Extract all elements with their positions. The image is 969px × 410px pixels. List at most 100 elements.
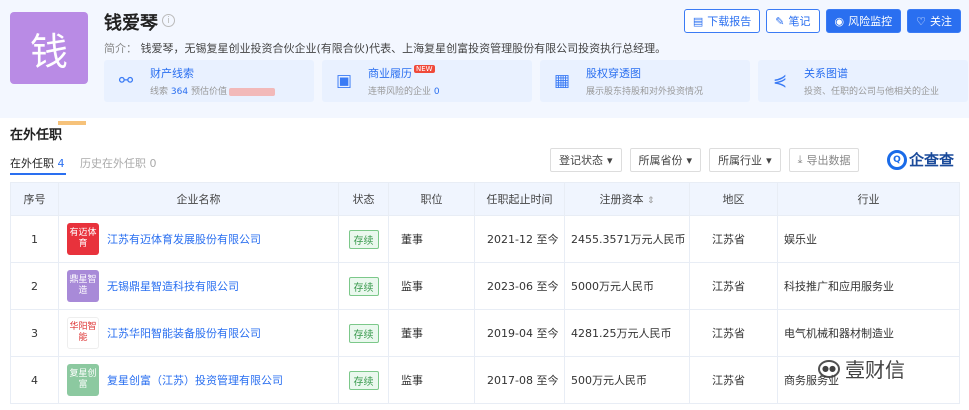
industry-cell: 娱乐业 bbox=[777, 215, 960, 263]
redacted-value bbox=[228, 87, 275, 96]
download-report-button[interactable]: ▤ 下载报告 bbox=[683, 9, 761, 33]
status-badge: 存续 bbox=[348, 229, 379, 249]
table-header-row: 序号 企业名称 状态 职位 任职起止时间 注册资本 ⇕ 地区 行业 bbox=[10, 182, 960, 216]
card-property-clues[interactable]: ⚯ 财产线索 线索 364 预估价值 bbox=[104, 60, 314, 102]
intro-text: 钱爱琴，无锡复星创业投资合伙企业(有限合伙)代表、上海复星创富投资管理股份有限公… bbox=[140, 42, 667, 55]
profile-header: 钱 钱爱琴 i 简介： 钱爱琴，无锡复星创业投资合伙企业(有限合伙)代表、上海复… bbox=[0, 0, 969, 118]
capital-cell: 4281.25万元人民币 bbox=[564, 309, 690, 357]
position-cell: 董事 bbox=[388, 309, 475, 357]
company-link[interactable]: 复星创富（江苏）投资管理有限公司 bbox=[107, 372, 283, 388]
period-cell: 2019-04 至今 bbox=[474, 309, 565, 357]
new-badge: NEW bbox=[414, 65, 435, 73]
col-header: 职位 bbox=[388, 182, 475, 216]
caret-down-icon: ▾ bbox=[686, 153, 693, 167]
area-cell: 江苏省 bbox=[689, 309, 778, 357]
row-number: 4 bbox=[10, 356, 59, 404]
card-sub: 展示股东持股和对外投资情况 bbox=[586, 87, 704, 97]
col-header-sortable[interactable]: 注册资本 ⇕ bbox=[564, 182, 690, 216]
sort-icon[interactable]: ⇕ bbox=[647, 196, 655, 206]
status-badge: 存续 bbox=[348, 370, 379, 390]
caret-down-icon: ▾ bbox=[607, 153, 613, 167]
capital-cell: 500万元人民币 bbox=[564, 356, 690, 404]
filter-industry[interactable]: 所属行业 ▾ bbox=[709, 148, 781, 172]
card-sub: 线索 364 预估价值 bbox=[150, 84, 275, 97]
watermark: ●● 壹财信 bbox=[818, 354, 905, 383]
intro-label: 简介： bbox=[104, 42, 137, 55]
note-button[interactable]: ✎ 笔记 bbox=[766, 9, 820, 33]
filter-status[interactable]: 登记状态 ▾ bbox=[550, 148, 622, 172]
brand-logo: Q 企查查 bbox=[887, 149, 954, 170]
card-title: 商业履历 NEW bbox=[368, 65, 435, 80]
area-cell: 江苏省 bbox=[689, 356, 778, 404]
company-logo: 复星创富 bbox=[67, 364, 99, 396]
action-bar: ▤ 下载报告 ✎ 笔记 ◉ 风险监控 ♡ 关注 bbox=[683, 9, 961, 33]
person-name: 钱爱琴 bbox=[104, 13, 158, 34]
card-title: 财产线索 bbox=[150, 67, 194, 80]
row-number: 1 bbox=[10, 215, 59, 263]
intro: 简介： 钱爱琴，无锡复星创业投资合伙企业(有限合伙)代表、上海复星创富投资管理股… bbox=[104, 40, 666, 56]
download-report-label: 下载报告 bbox=[707, 15, 752, 28]
tab-current-positions[interactable]: 在外任职 4 bbox=[10, 155, 65, 171]
status-badge: 存续 bbox=[348, 323, 379, 343]
capital-cell: 2455.3571万元人民币 bbox=[564, 215, 690, 263]
row-number: 2 bbox=[10, 262, 59, 310]
export-button[interactable]: ⤓ 导出数据 bbox=[788, 148, 860, 172]
risk-monitor-label: 风险监控 bbox=[848, 15, 893, 28]
note-label: 笔记 bbox=[788, 15, 811, 28]
col-header: 状态 bbox=[338, 182, 389, 216]
filter-province[interactable]: 所属省份 ▾ bbox=[629, 148, 702, 172]
period-cell: 2023-06 至今 bbox=[474, 262, 565, 310]
feature-cards: ⚯ 财产线索 线索 364 预估价值 ▣ 商业履历 NEW 连带风险的企业 0 ▦… bbox=[104, 60, 968, 102]
share-icon: ⋞ bbox=[772, 71, 788, 91]
row-number: 3 bbox=[10, 309, 59, 357]
wechat-icon: ●● bbox=[818, 359, 840, 378]
position-cell: 监事 bbox=[388, 356, 475, 404]
card-title: 股权穿透图 bbox=[586, 67, 641, 80]
period-cell: 2017-08 至今 bbox=[474, 356, 565, 404]
card-title: 关系图谱 bbox=[804, 67, 848, 80]
tab-underline bbox=[10, 173, 66, 175]
table-row: 3 华阳智能 江苏华阳智能装备股份有限公司 存续 董事 2019-04 至今 4281.25… bbox=[10, 309, 960, 357]
monitor-icon: ◉ bbox=[834, 14, 845, 28]
risk-monitor-button[interactable]: ◉ 风险监控 bbox=[825, 9, 902, 33]
capital-cell: 5000万元人民币 bbox=[564, 262, 690, 310]
brand-mark-icon: Q bbox=[887, 149, 907, 170]
col-header: 任职起止时间 bbox=[474, 182, 565, 216]
follow-button[interactable]: ♡ 关注 bbox=[907, 9, 961, 33]
col-header: 地区 bbox=[689, 182, 778, 216]
table-row: 2 鼎星智造 无锡鼎星智造科技有限公司 存续 监事 2023-06 至今 5000万元人民币… bbox=[10, 262, 960, 310]
area-cell: 江苏省 bbox=[689, 262, 778, 310]
card-sub: 连带风险的企业 0 bbox=[368, 87, 440, 97]
status-badge: 存续 bbox=[348, 276, 379, 296]
tab-history-positions[interactable]: 历史在外任职 0 bbox=[80, 155, 157, 171]
document-icon: ▤ bbox=[692, 14, 704, 28]
card-sub: 投资、任职的公司与他相关的企业 bbox=[804, 87, 940, 97]
card-business-history[interactable]: ▣ 商业履历 NEW 连带风险的企业 0 bbox=[322, 60, 532, 102]
card-equity-chart[interactable]: ▦ 股权穿透图 展示股东持股和对外投资情况 bbox=[540, 60, 750, 102]
company-link[interactable]: 江苏华阳智能装备股份有限公司 bbox=[107, 325, 261, 341]
export-icon: ⤓ bbox=[797, 153, 803, 166]
caret-down-icon: ▾ bbox=[766, 153, 772, 167]
filter-bar: 登记状态 ▾ 所属省份 ▾ 所属行业 ▾ ⤓ 导出数据 bbox=[550, 148, 860, 172]
card-relation-graph[interactable]: ⋞ 关系图谱 投资、任职的公司与他相关的企业 bbox=[758, 60, 968, 102]
link-icon: ⚯ bbox=[118, 71, 134, 91]
company-link[interactable]: 无锡鼎星智造科技有限公司 bbox=[107, 278, 239, 294]
col-header: 企业名称 bbox=[58, 182, 339, 216]
period-cell: 2021-12 至今 bbox=[474, 215, 565, 263]
company-link[interactable]: 江苏有迈体育发展股份有限公司 bbox=[107, 231, 261, 247]
section-title: 在外任职 bbox=[10, 121, 87, 143]
edit-icon: ✎ bbox=[775, 14, 785, 28]
col-header: 行业 bbox=[777, 182, 960, 216]
position-cell: 监事 bbox=[388, 262, 475, 310]
follow-label: 关注 bbox=[930, 15, 952, 28]
table-row: 1 有迈体育 江苏有迈体育发展股份有限公司 存续 董事 2021-12 至今 2455.35… bbox=[10, 215, 960, 263]
company-logo: 鼎星智造 bbox=[67, 270, 99, 302]
area-cell: 江苏省 bbox=[689, 215, 778, 263]
position-cell: 董事 bbox=[388, 215, 475, 263]
info-icon[interactable]: i bbox=[162, 14, 175, 27]
heart-icon: ♡ bbox=[916, 14, 926, 28]
industry-cell: 电气机械和器材制造业 bbox=[777, 309, 960, 357]
org-chart-icon: ▦ bbox=[553, 71, 571, 91]
briefcase-icon: ▣ bbox=[335, 71, 353, 91]
company-logo: 华阳智能 bbox=[67, 317, 99, 349]
